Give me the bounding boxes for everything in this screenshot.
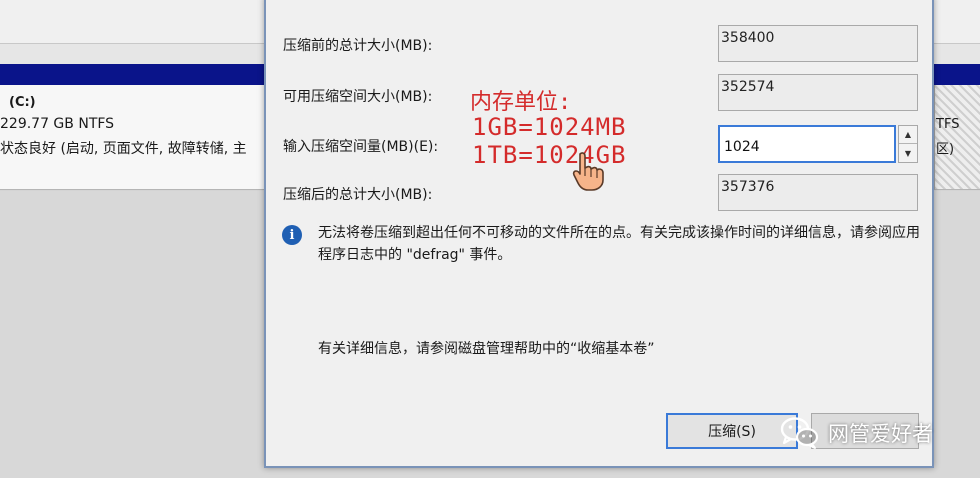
total-size-after-label: 压缩后的总计大小(MB):	[283, 187, 433, 203]
annotation-line-1: 1GB=1024MB	[472, 113, 627, 141]
shrink-button[interactable]: 压缩(S)	[666, 413, 798, 449]
help-message: 有关详细信息，请参阅磁盘管理帮助中的“收缩基本卷”	[318, 341, 655, 357]
chevron-down-icon: ▼	[904, 148, 912, 158]
shrink-dialog: 压缩前的总计大小(MB): 358400 可用压缩空间大小(MB): 35257…	[264, 0, 934, 468]
spinner-up-button[interactable]: ▲	[899, 126, 917, 144]
chevron-up-icon: ▲	[904, 130, 912, 139]
volume-name: (C:)	[9, 95, 36, 110]
annotation-title: 内存单位:	[470, 90, 572, 115]
volume-right-note: 区)	[936, 142, 955, 157]
info-message: 无法将卷压缩到超出任何不可移动的文件所在的点。有关完成该操作时间的详细信息，请参…	[318, 225, 920, 263]
watermark: 网管爱好者	[780, 413, 933, 453]
shrink-amount-spinner[interactable]: ▲ ▼	[898, 125, 918, 163]
info-icon: i	[282, 225, 302, 245]
wechat-logo-icon	[780, 417, 819, 449]
shrink-amount-input[interactable]	[718, 125, 896, 163]
total-size-before-label: 压缩前的总计大小(MB):	[283, 38, 433, 54]
volume-status: 状态良好 (启动, 页面文件, 故障转储, 主	[0, 141, 247, 157]
available-shrink-value: 352574	[718, 74, 918, 111]
volume-size-fs: 229.77 GB NTFS	[0, 116, 115, 132]
watermark-text: 网管爱好者	[828, 422, 933, 446]
available-shrink-label: 可用压缩空间大小(MB):	[283, 89, 433, 105]
total-size-before-value: 358400	[718, 25, 918, 62]
hand-pointer-icon	[572, 152, 604, 191]
volume-right-fs: TFS	[936, 117, 960, 132]
shrink-amount-label: 输入压缩空间量(MB)(E):	[283, 139, 439, 155]
total-size-after-value: 357376	[718, 174, 918, 211]
spinner-down-button[interactable]: ▼	[899, 144, 917, 162]
